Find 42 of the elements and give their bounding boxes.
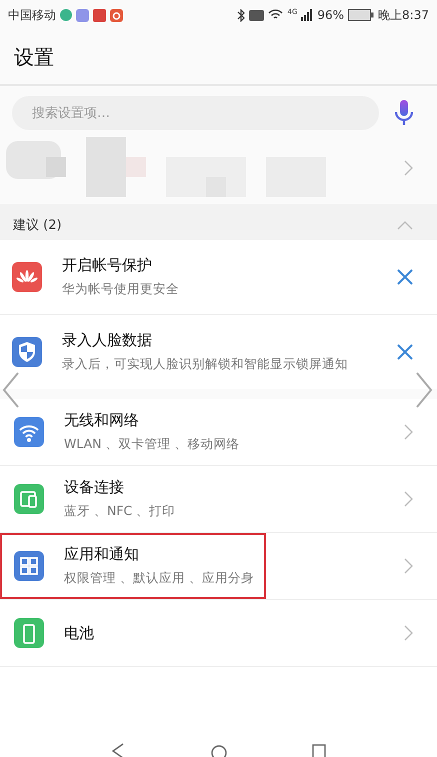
settings-item[interactable]: 无线和网络 WLAN 、双卡管理 、移动网络 xyxy=(0,399,437,466)
wifi-icon xyxy=(268,9,284,21)
item-title: 应用和通知 xyxy=(64,544,140,564)
recents-icon[interactable] xyxy=(310,743,326,757)
microphone-icon[interactable] xyxy=(395,100,413,126)
close-icon[interactable] xyxy=(397,269,413,285)
section-title: 建议 (2) xyxy=(13,217,62,234)
battery-icon xyxy=(348,9,374,21)
settings-item[interactable]: 应用和通知 权限管理 、默认应用 、应用分身 xyxy=(0,533,437,600)
carrier-name: 中国移动 xyxy=(8,6,56,24)
item-title: 电池 xyxy=(64,624,94,642)
item-description: WLAN 、双卡管理 、移动网络 xyxy=(64,434,240,453)
suggestion-description: 录入后，可实现人脸识别解锁和智能显示锁屏通知 xyxy=(62,354,349,373)
signal-icon xyxy=(301,9,314,21)
item-description: 权限管理 、默认应用 、应用分身 xyxy=(64,568,254,587)
suggestion-title: 开启帐号保护 xyxy=(62,256,153,275)
item-title: 设备连接 xyxy=(64,478,125,497)
clock: 晚上8:37 xyxy=(378,6,429,24)
app-icon xyxy=(93,8,106,22)
item-description: 蓝牙 、NFC 、打印 xyxy=(64,502,176,520)
wifi-icon xyxy=(14,417,44,447)
grid-icon xyxy=(14,551,44,581)
battery-percent: 96% xyxy=(317,8,344,22)
battery-icon xyxy=(14,618,44,648)
chevron-right-icon xyxy=(404,491,413,507)
suggestion-description: 华为帐号使用更安全 xyxy=(62,280,180,298)
app-icon xyxy=(110,8,123,22)
chevron-right-icon xyxy=(404,424,413,440)
suggestion-title: 录入人脸数据 xyxy=(62,330,153,350)
app-icon xyxy=(76,8,89,22)
chevron-right-icon xyxy=(404,558,413,574)
shield-icon xyxy=(12,337,42,367)
close-icon[interactable] xyxy=(397,344,413,360)
bluetooth-icon xyxy=(237,8,246,22)
search-field[interactable]: 搜索设置项… xyxy=(12,96,379,130)
home-icon[interactable] xyxy=(210,743,226,757)
page-title: 设置 xyxy=(14,44,54,70)
devices-icon xyxy=(14,484,44,514)
settings-item[interactable]: 设备连接 蓝牙 、NFC 、打印 xyxy=(0,466,437,533)
chevron-right-icon xyxy=(404,625,413,641)
item-title: 无线和网络 xyxy=(64,410,140,430)
flower-logo-icon xyxy=(12,262,42,292)
